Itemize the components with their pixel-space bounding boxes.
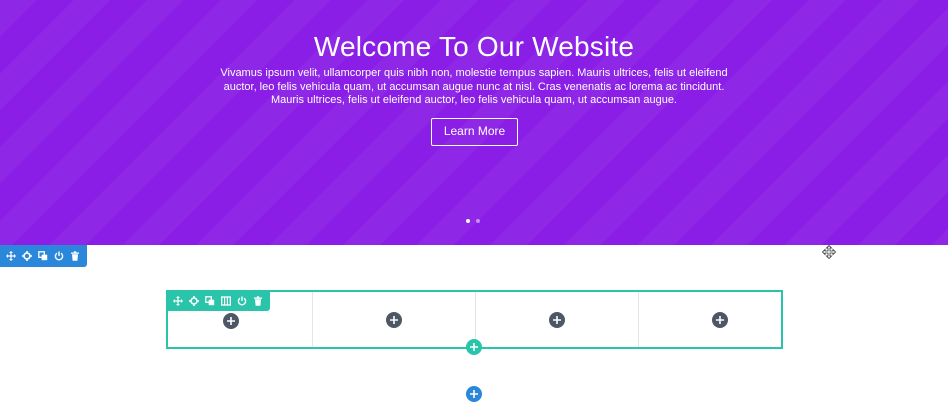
plus-icon — [716, 316, 724, 324]
plus-icon — [390, 316, 398, 324]
slide-dot-1[interactable] — [466, 219, 470, 223]
column-2[interactable] — [313, 292, 476, 347]
builder-canvas: Welcome To Our Website Vivamus ipsum vel… — [0, 0, 948, 418]
hero-title: Welcome To Our Website — [313, 31, 635, 62]
add-module-button[interactable] — [549, 312, 565, 328]
add-section-button[interactable] — [466, 386, 482, 402]
plus-icon — [470, 343, 478, 351]
section-toolbar — [0, 245, 87, 267]
add-module-button[interactable] — [223, 313, 239, 329]
add-row-button[interactable] — [466, 339, 482, 355]
move-icon[interactable] — [171, 294, 185, 308]
row-toolbar — [166, 291, 270, 311]
slide-dot-2[interactable] — [476, 219, 480, 223]
plus-icon — [227, 317, 235, 325]
move-icon[interactable] — [4, 249, 18, 263]
power-icon[interactable] — [235, 294, 249, 308]
gear-icon[interactable] — [20, 249, 34, 263]
hero-description: Vivamus ipsum velit, ullamcorper quis ni… — [220, 67, 728, 106]
plus-icon — [553, 316, 561, 324]
duplicate-icon[interactable] — [203, 294, 217, 308]
power-icon[interactable] — [52, 249, 66, 263]
add-module-button[interactable] — [386, 312, 402, 328]
add-module-button[interactable] — [712, 312, 728, 328]
column-3[interactable] — [476, 292, 639, 347]
gear-icon[interactable] — [187, 294, 201, 308]
columns-icon[interactable] — [219, 294, 233, 308]
plus-icon — [470, 390, 478, 398]
learn-more-button[interactable]: Learn More — [431, 118, 518, 146]
duplicate-icon[interactable] — [36, 249, 50, 263]
trash-icon[interactable] — [251, 294, 265, 308]
slider-pagination — [466, 219, 480, 223]
move-cursor-icon — [822, 245, 836, 259]
column-4[interactable] — [639, 292, 781, 347]
trash-icon[interactable] — [68, 249, 82, 263]
hero-slider: Welcome To Our Website Vivamus ipsum vel… — [0, 0, 948, 245]
